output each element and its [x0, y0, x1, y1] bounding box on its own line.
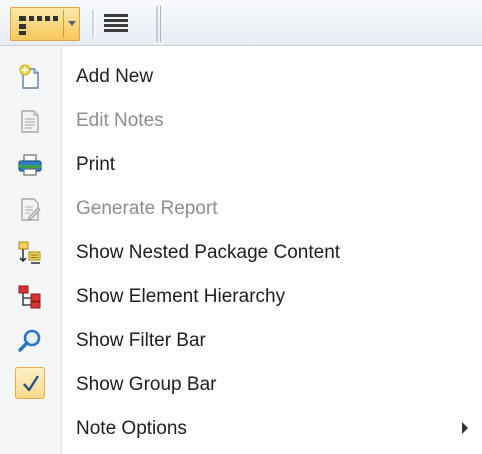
list-lines-icon	[104, 14, 128, 32]
toolbar	[0, 0, 482, 46]
menu-item-label: Show Filter Bar	[76, 330, 206, 351]
notes-view-menu-screen: Add New Edit Notes Print Generate Report…	[0, 0, 482, 454]
list-view-button[interactable]	[96, 7, 148, 41]
menu-item-show-nested-package-content[interactable]: Show Nested Package Content	[0, 230, 482, 274]
menu-item-show-element-hierarchy[interactable]: Show Element Hierarchy	[0, 274, 482, 318]
toolbar-grip-left	[156, 6, 158, 42]
grid-view-dropdown-button[interactable]	[10, 7, 80, 41]
dropdown-split-divider	[63, 10, 64, 38]
magnifier-icon	[18, 329, 41, 352]
menu-item-label: Note Options	[76, 418, 187, 439]
context-menu: Add New Edit Notes Print Generate Report…	[0, 46, 482, 454]
menu-item-note-options[interactable]: Note Options	[0, 406, 482, 450]
menu-item-label: Print	[76, 154, 116, 175]
add-new-document-icon	[19, 64, 39, 89]
menu-item-edit-notes[interactable]: Edit Notes	[0, 98, 482, 142]
menu-item-print[interactable]: Print	[0, 142, 482, 186]
checkmark-icon	[23, 375, 40, 392]
menu-item-label: Add New	[76, 66, 154, 87]
menu-item-label: Show Group Bar	[76, 374, 217, 395]
menu-item-label: Edit Notes	[76, 110, 164, 131]
generate-report-icon	[21, 198, 41, 221]
nested-package-icon	[18, 241, 41, 264]
menu-item-label: Show Nested Package Content	[76, 242, 341, 263]
menu-item-show-group-bar[interactable]: Show Group Bar	[0, 362, 482, 406]
checked-state-box	[15, 367, 45, 399]
toolbar-separator	[92, 10, 95, 38]
menu-item-generate-report[interactable]: Generate Report	[0, 186, 482, 230]
menu-item-label: Generate Report	[76, 198, 218, 219]
grid-dots-icon	[19, 16, 58, 35]
menu-item-add-new[interactable]: Add New	[0, 54, 482, 98]
toolbar-grip-right	[160, 6, 161, 42]
edit-notes-icon	[21, 110, 39, 133]
chevron-down-icon[interactable]	[68, 21, 76, 26]
chevron-right-icon	[462, 422, 468, 434]
menu-item-show-filter-bar[interactable]: Show Filter Bar	[0, 318, 482, 362]
menu-item-label: Show Element Hierarchy	[76, 286, 286, 307]
printer-icon	[18, 154, 42, 176]
element-hierarchy-icon	[18, 285, 41, 309]
